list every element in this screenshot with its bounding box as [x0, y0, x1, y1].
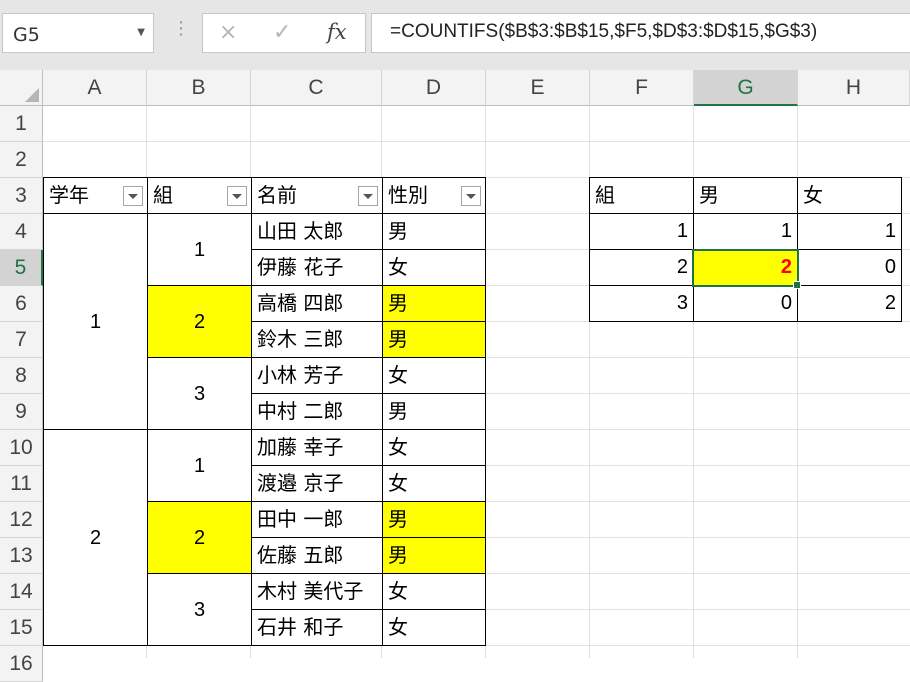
summary-cell[interactable]: 3	[589, 285, 694, 322]
row-header-3[interactable]: 3	[0, 178, 43, 214]
header-name-label: 名前	[257, 183, 297, 207]
vertical-dots-icon[interactable]: ⋮	[172, 20, 190, 38]
gridline	[43, 141, 910, 142]
header-gender[interactable]: 性別	[382, 177, 486, 214]
row-header-5[interactable]: 5	[0, 250, 43, 286]
header-class-label: 組	[153, 183, 173, 207]
row-header-9[interactable]: 9	[0, 394, 43, 430]
cancel-icon[interactable]: ×	[219, 20, 237, 45]
row-header-16[interactable]: 16	[0, 646, 43, 682]
column-header-a[interactable]: A	[43, 70, 147, 106]
column-header-c[interactable]: C	[251, 70, 382, 106]
gender-cell[interactable]: 女	[382, 465, 486, 502]
name-cell[interactable]: 鈴木 三郎	[251, 321, 383, 358]
gender-cell[interactable]: 男	[382, 321, 486, 358]
summary-cell-active[interactable]: 2	[693, 249, 798, 286]
header-class[interactable]: 組	[147, 177, 252, 214]
header-grade[interactable]: 学年	[43, 177, 148, 214]
column-header-e[interactable]: E	[486, 70, 590, 106]
class-cell[interactable]: 2	[147, 501, 252, 574]
column-header-h[interactable]: H	[798, 70, 910, 106]
class-cell[interactable]: 2	[147, 285, 252, 358]
row-header-14[interactable]: 14	[0, 574, 43, 610]
class-cell[interactable]: 3	[147, 357, 252, 430]
summary-cell[interactable]: 1	[589, 213, 694, 250]
gender-cell[interactable]: 女	[382, 609, 486, 646]
summary-cell[interactable]: 1	[797, 213, 902, 250]
name-cell[interactable]: 渡邉 京子	[251, 465, 383, 502]
summary-cell[interactable]: 2	[589, 249, 694, 286]
formula-input[interactable]: =COUNTIFS($B$3:$B$15,$F5,$D$3:$D$15,$G$3…	[371, 13, 910, 53]
name-cell[interactable]: 石井 和子	[251, 609, 383, 646]
row-header-13[interactable]: 13	[0, 538, 43, 574]
header-grade-label: 学年	[49, 183, 89, 207]
summary-header-female[interactable]: 女	[797, 177, 902, 214]
column-header-g[interactable]: G	[694, 70, 798, 106]
gender-cell[interactable]: 男	[382, 393, 486, 430]
name-cell[interactable]: 田中 一郎	[251, 501, 383, 538]
gender-cell[interactable]: 男	[382, 501, 486, 538]
select-all-triangle-icon	[25, 88, 39, 102]
row-header-15[interactable]: 15	[0, 610, 43, 646]
name-cell[interactable]: 小林 芳子	[251, 357, 383, 394]
gender-cell[interactable]: 女	[382, 573, 486, 610]
gender-cell[interactable]: 男	[382, 285, 486, 322]
row-header-1[interactable]: 1	[0, 106, 43, 142]
name-cell[interactable]: 山田 太郎	[251, 213, 383, 250]
grade-cell[interactable]: 1	[43, 213, 148, 430]
class-cell[interactable]: 1	[147, 213, 252, 286]
chevron-down-icon[interactable]: ▼	[137, 27, 145, 38]
column-header-d[interactable]: D	[382, 70, 486, 106]
summary-cell[interactable]: 0	[797, 249, 902, 286]
name-box-value: G5	[13, 24, 40, 46]
checkmark-icon[interactable]: ✓	[273, 20, 291, 45]
summary-cell[interactable]: 1	[693, 213, 798, 250]
row-header-4[interactable]: 4	[0, 214, 43, 250]
filter-dropdown-icon[interactable]	[227, 186, 247, 206]
insert-function-icon[interactable]: fx	[327, 20, 347, 44]
row-header-7[interactable]: 7	[0, 322, 43, 358]
class-cell[interactable]: 1	[147, 429, 252, 502]
class-cell[interactable]: 3	[147, 573, 252, 646]
row-header-12[interactable]: 12	[0, 502, 43, 538]
filter-dropdown-icon[interactable]	[123, 186, 143, 206]
name-cell[interactable]: 中村 二郎	[251, 393, 383, 430]
row-header-10[interactable]: 10	[0, 430, 43, 466]
gender-cell[interactable]: 女	[382, 249, 486, 286]
gender-cell[interactable]: 男	[382, 213, 486, 250]
column-header-f[interactable]: F	[590, 70, 694, 106]
header-name[interactable]: 名前	[251, 177, 383, 214]
select-all-corner[interactable]	[0, 70, 43, 106]
formula-text: =COUNTIFS($B$3:$B$15,$F5,$D$3:$D$15,$G$3…	[390, 21, 818, 42]
gender-cell[interactable]: 女	[382, 357, 486, 394]
formula-bar-area: G5 ▼ ⋮ × ✓ fx =COUNTIFS($B$3:$B$15,$F5,$…	[0, 0, 910, 70]
gender-cell[interactable]: 女	[382, 429, 486, 466]
row-header-8[interactable]: 8	[0, 358, 43, 394]
filter-dropdown-icon[interactable]	[461, 186, 481, 206]
row-header-2[interactable]: 2	[0, 142, 43, 178]
name-cell[interactable]: 佐藤 五郎	[251, 537, 383, 574]
name-cell[interactable]: 木村 美代子	[251, 573, 383, 610]
summary-cell[interactable]: 0	[693, 285, 798, 322]
gender-cell[interactable]: 男	[382, 537, 486, 574]
formula-buttons: × ✓ fx	[202, 13, 366, 53]
column-header-b[interactable]: B	[147, 70, 251, 106]
summary-cell[interactable]: 2	[797, 285, 902, 322]
header-gender-label: 性別	[388, 183, 428, 207]
filter-dropdown-icon[interactable]	[358, 186, 378, 206]
grade-cell[interactable]: 2	[43, 429, 148, 646]
summary-header-class[interactable]: 組	[589, 177, 694, 214]
summary-header-male[interactable]: 男	[693, 177, 798, 214]
row-header-11[interactable]: 11	[0, 466, 43, 502]
row-header-6[interactable]: 6	[0, 286, 43, 322]
name-cell[interactable]: 高橋 四郎	[251, 285, 383, 322]
name-cell[interactable]: 加藤 幸子	[251, 429, 383, 466]
name-box[interactable]: G5 ▼	[2, 13, 154, 53]
name-cell[interactable]: 伊藤 花子	[251, 249, 383, 286]
